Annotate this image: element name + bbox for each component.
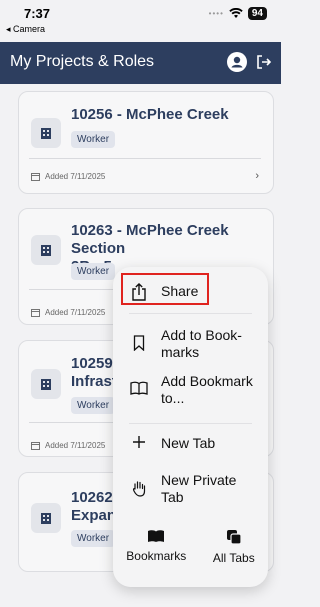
divider [129, 313, 252, 314]
added-date-text: Added 7/11/2025 [45, 441, 106, 450]
calendar-icon [31, 442, 40, 450]
plus-icon [129, 435, 149, 449]
status-bar: 7:37 ◂ Camera •••• 94 [0, 0, 281, 42]
added-date-text: Added 7/11/2025 [45, 308, 106, 317]
role-badge: Worker [71, 397, 116, 414]
divider [29, 158, 261, 159]
calendar-icon [31, 173, 40, 181]
menu-item-label: New Private Tab [161, 472, 237, 505]
menu-item-add-to-bookmarks[interactable]: Add to Book- marks [113, 327, 268, 361]
user-icon [231, 56, 243, 68]
all-tabs-button[interactable]: All Tabs [213, 529, 255, 579]
divider [129, 423, 252, 424]
building-icon [31, 503, 61, 533]
project-card[interactable]: 10256 - McPhee Creek Worker Added 7/11/2… [18, 91, 274, 194]
added-date-text: Added 7/11/2025 [45, 172, 106, 181]
all-tabs-label: All Tabs [212, 551, 255, 565]
role-badge: Worker [71, 131, 116, 148]
added-date: Added 7/11/2025 [31, 172, 105, 181]
building-icon [31, 369, 61, 399]
tabs-icon [226, 530, 242, 545]
calendar-icon [31, 309, 40, 317]
share-menu: Share Add to Book- marks Add Bookmark to… [113, 267, 268, 587]
bookmarks-label: Bookmarks [126, 549, 187, 563]
project-title: 10256 - McPhee Creek [71, 106, 229, 123]
app-header: My Projects & Roles [0, 42, 281, 84]
building-icon [31, 235, 61, 265]
added-date: Added 7/11/2025 [31, 441, 105, 450]
bookmarks-button[interactable]: Bookmarks [126, 529, 186, 579]
hand-icon [129, 480, 149, 497]
menu-item-new-private-tab[interactable]: New Private Tab [113, 472, 268, 506]
signal-icon: •••• [208, 9, 224, 18]
wifi-icon [229, 8, 243, 18]
menu-item-add-bookmark-to[interactable]: Add Bookmark to... [113, 373, 268, 407]
menu-item-new-tab[interactable]: New Tab [113, 435, 268, 452]
bookmarks-book-icon [148, 530, 165, 542]
avatar[interactable] [227, 52, 247, 72]
building-icon [31, 118, 61, 148]
share-highlight-box [121, 273, 209, 305]
battery-indicator: 94 [247, 7, 267, 20]
menu-item-label: Add to Book- marks [161, 327, 242, 360]
role-badge: Worker [71, 530, 116, 547]
status-icons: •••• 94 [209, 7, 267, 20]
added-date: Added 7/11/2025 [31, 308, 105, 317]
menu-item-label: New Tab [161, 435, 216, 451]
logout-icon[interactable] [255, 53, 273, 71]
chevron-right-icon[interactable]: › [255, 170, 259, 182]
page-title: My Projects & Roles [10, 53, 155, 70]
menu-bottom-bar: Bookmarks All Tabs [113, 529, 268, 579]
status-time: 7:37 [24, 6, 51, 21]
role-badge: Worker [71, 263, 116, 280]
bookmark-icon [129, 335, 149, 351]
book-icon [129, 381, 149, 395]
menu-item-label: Add Bookmark to... [161, 373, 253, 406]
back-to-app-link[interactable]: ◂ Camera [6, 24, 45, 35]
